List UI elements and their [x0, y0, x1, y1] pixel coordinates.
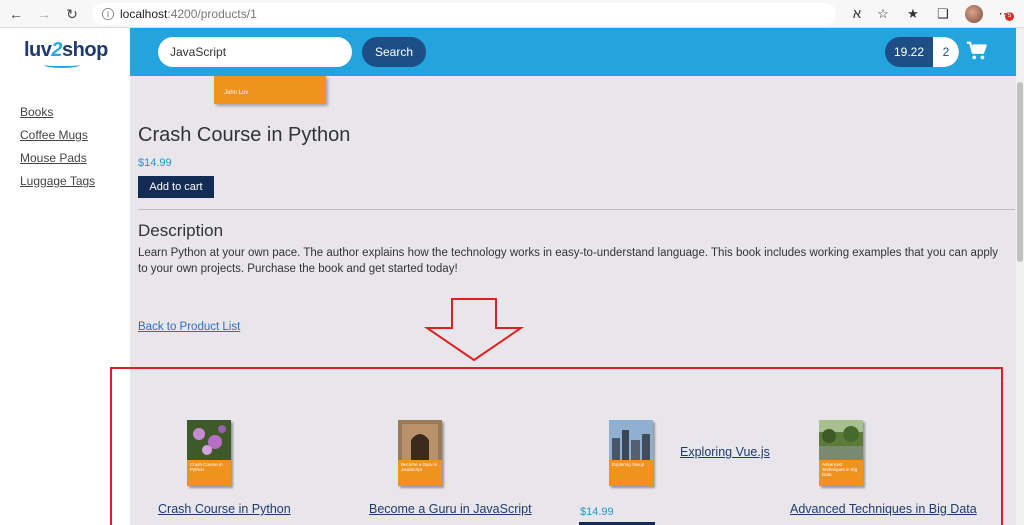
sidebar-item-mouse-pads[interactable]: Mouse Pads: [20, 150, 95, 166]
product-title-link[interactable]: Become a Guru in JavaScript: [369, 502, 532, 516]
product-title-link[interactable]: Advanced Techniques in Big Data: [790, 502, 977, 516]
sidebar-link-coffee-mugs[interactable]: Coffee Mugs: [20, 128, 88, 142]
forward-arrow-icon[interactable]: →: [34, 4, 54, 24]
browser-toolbar: ← → ↻ i localhost:4200/products/1 א ☆ ★ …: [0, 0, 1024, 28]
cart-quantity: 2: [933, 37, 959, 67]
sidebar-item-books[interactable]: Books: [20, 104, 95, 120]
book-cover-image[interactable]: Become a Guru in JavaScript: [398, 420, 442, 486]
favorite-add-icon[interactable]: ☆: [872, 4, 894, 24]
back-arrow-icon[interactable]: ←: [6, 4, 26, 24]
search-button[interactable]: Search: [362, 37, 426, 67]
address-bar[interactable]: i localhost:4200/products/1: [92, 3, 836, 25]
scrollbar-thumb[interactable]: [1017, 82, 1023, 262]
notification-badge: 5: [1005, 12, 1014, 21]
cart-status[interactable]: 19.22 2: [885, 37, 959, 67]
page-scrollbar[interactable]: [1016, 28, 1024, 525]
sidebar-link-mouse-pads[interactable]: Mouse Pads: [20, 151, 87, 165]
add-to-cart-button[interactable]: Add to cart: [138, 176, 214, 198]
read-aloud-icon[interactable]: א: [846, 4, 868, 24]
city-skyline-photo-icon: [609, 420, 653, 460]
description-heading: Description: [138, 221, 224, 240]
product-cover-image: John Luv: [214, 76, 326, 104]
category-menu: Books Coffee Mugs Mouse Pads Luggage Tag…: [20, 104, 95, 196]
url-text: localhost:4200/products/1: [120, 7, 257, 21]
back-to-product-list-link[interactable]: Back to Product List: [138, 321, 240, 333]
cover-title: Advanced Techniques in Big Data: [822, 462, 858, 477]
sidebar-link-books[interactable]: Books: [20, 105, 53, 119]
cover-author: John Luv: [224, 90, 249, 96]
book-cover-image[interactable]: Exploring Vue.js: [609, 420, 653, 486]
shopping-cart-icon[interactable]: [966, 40, 988, 62]
product-title-link[interactable]: Crash Course in Python: [158, 502, 291, 516]
search-input[interactable]: [158, 37, 352, 67]
product-price: $14.99: [580, 506, 614, 518]
divider: [138, 209, 1015, 210]
sidebar-item-luggage-tags[interactable]: Luggage Tags: [20, 173, 95, 189]
product-title-link[interactable]: Exploring Vue.js: [680, 445, 770, 459]
product-title: Crash Course in Python: [138, 124, 351, 146]
flower-photo-icon: [187, 420, 231, 460]
archway-photo-icon: [398, 420, 442, 460]
cover-title: Exploring Vue.js: [612, 462, 645, 467]
reload-icon[interactable]: ↻: [62, 4, 82, 24]
cover-title: Crash Course in Python: [190, 462, 223, 472]
cover-title: Become a Guru in JavaScript: [401, 462, 438, 472]
profile-avatar[interactable]: [965, 5, 983, 23]
logo[interactable]: luv2shop: [24, 39, 108, 62]
forest-lake-photo-icon: [819, 420, 863, 460]
book-cover-image[interactable]: Crash Course in Python: [187, 420, 231, 486]
site-info-icon[interactable]: i: [102, 8, 114, 20]
sidebar-link-luggage-tags[interactable]: Luggage Tags: [20, 174, 95, 188]
sidebar-item-coffee-mugs[interactable]: Coffee Mugs: [20, 127, 95, 143]
cart-total-price: 19.22: [893, 45, 925, 59]
book-cover-image[interactable]: Advanced Techniques in Big Data: [819, 420, 863, 486]
favorites-icon[interactable]: ★: [902, 4, 924, 24]
collections-icon[interactable]: ❏: [932, 4, 954, 24]
product-price: $14.99: [138, 157, 172, 169]
down-arrow-annotation-icon: [424, 298, 524, 362]
logo-swoosh: [44, 62, 80, 68]
description-text: Learn Python at your own pace. The autho…: [138, 247, 999, 275]
header-bar: Search 19.22 2: [130, 28, 1016, 76]
